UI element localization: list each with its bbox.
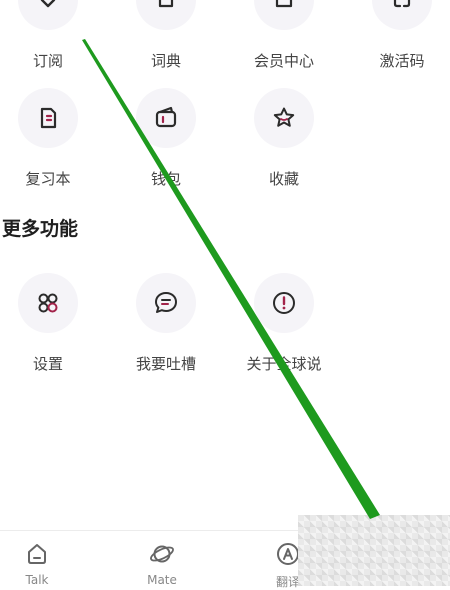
tile-about[interactable]: 关于全球说 — [236, 273, 332, 374]
subscribe-icon — [18, 0, 78, 30]
tile-label: 激活码 — [379, 52, 425, 70]
tile-member-center[interactable]: 会员中心 — [236, 0, 332, 71]
tile-dictionary[interactable]: 词典 — [118, 0, 214, 71]
tile-label: 会员中心 — [253, 52, 314, 70]
tile-favorites[interactable]: 收藏 — [236, 88, 332, 189]
review-notebook-icon — [18, 88, 78, 148]
section-title-more-features: 更多功能 — [2, 218, 79, 240]
dictionary-icon — [136, 0, 196, 30]
tile-subscribe[interactable]: 订阅 — [0, 0, 96, 71]
pixelated-overlay — [298, 515, 450, 586]
tile-label: 设置 — [32, 355, 63, 373]
nav-tab-mate[interactable]: Mate — [122, 541, 202, 587]
member-center-icon — [254, 0, 314, 30]
tile-wallet[interactable]: 钱包 — [118, 88, 214, 189]
tile-label: 词典 — [150, 52, 181, 70]
tile-label: 钱包 — [150, 170, 181, 188]
nav-tab-talk[interactable]: Talk — [0, 541, 77, 587]
tile-review-notebook[interactable]: 复习本 — [0, 88, 96, 189]
tile-label: 收藏 — [268, 170, 299, 188]
star-icon — [254, 88, 314, 148]
tile-activation-code[interactable]: 激活码 — [354, 0, 450, 71]
wallet-icon — [136, 88, 196, 148]
nav-label: Mate — [147, 573, 177, 587]
settings-grid-icon — [18, 273, 78, 333]
tile-label: 我要吐槽 — [135, 355, 196, 373]
planet-icon — [150, 545, 174, 563]
tile-label: 订阅 — [32, 52, 63, 70]
info-exclamation-icon — [254, 273, 314, 333]
tile-feedback[interactable]: 我要吐槽 — [118, 273, 214, 374]
nav-label: Talk — [25, 573, 49, 587]
tile-label: 复习本 — [25, 170, 71, 188]
home-icon — [28, 544, 46, 564]
activation-code-icon — [372, 0, 432, 30]
tile-settings[interactable]: 设置 — [0, 273, 96, 374]
feedback-chat-icon — [136, 273, 196, 333]
tile-label: 关于全球说 — [246, 355, 322, 373]
